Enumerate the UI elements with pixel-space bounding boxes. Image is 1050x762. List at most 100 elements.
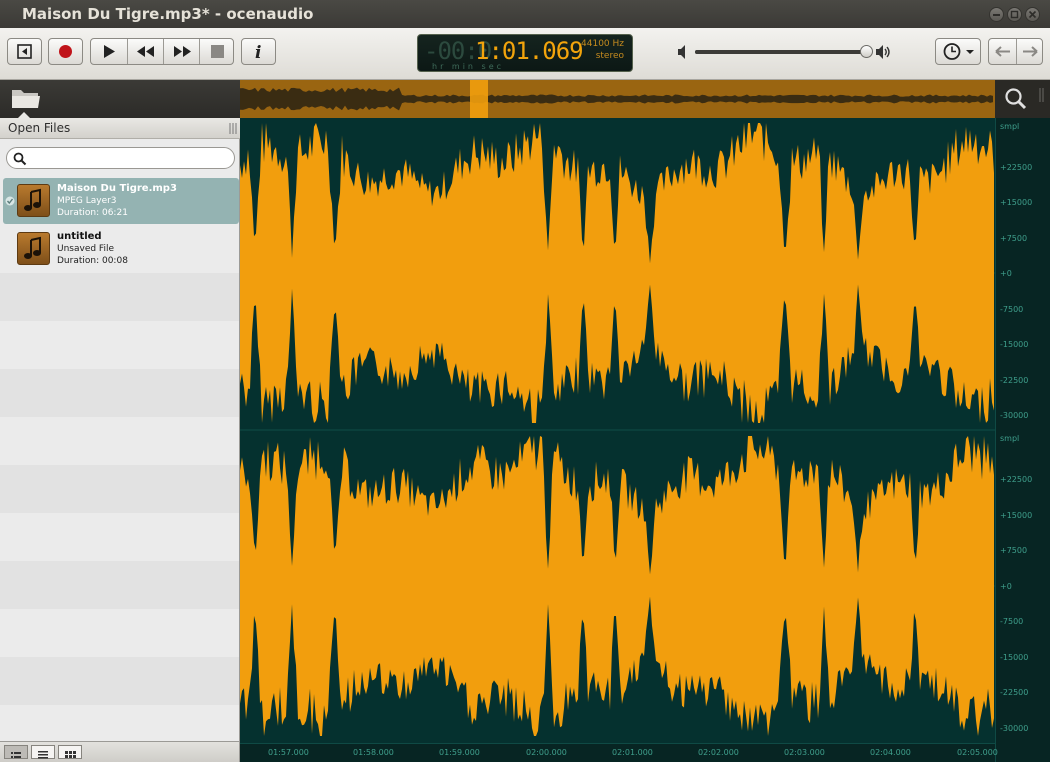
list-stripe [0, 657, 239, 705]
stop-button[interactable] [199, 39, 234, 64]
ruler-tick: -22500 [1000, 688, 1029, 697]
ruler-tick: +15000 [1000, 198, 1033, 207]
file-item-untitled[interactable]: untitled Unsaved File Duration: 00:08 [3, 226, 239, 272]
view-grid-button[interactable] [58, 745, 82, 759]
ruler-tick: +22500 [1000, 163, 1033, 172]
list-icon [38, 751, 48, 759]
file-search-field[interactable] [6, 147, 235, 169]
view-list-button[interactable] [31, 745, 55, 759]
minimize-button[interactable] [989, 7, 1004, 22]
redo-forward-button[interactable] [1016, 39, 1043, 64]
ruler-tick: +0 [1000, 269, 1012, 278]
volume-slider-handle[interactable] [859, 45, 873, 58]
window-title: Maison Du Tigre.mp3* - ocenaudio [22, 5, 314, 23]
resize-grip-icon[interactable] [1039, 88, 1046, 102]
waveform-left-channel [240, 123, 994, 423]
volume-slider-fill [695, 50, 866, 54]
overview-viewport-marker [470, 80, 488, 118]
ruler-tick: -15000 [1000, 653, 1029, 662]
overview-waveform [240, 80, 995, 118]
channel-separator [240, 429, 995, 431]
view-list-detail-button[interactable] [4, 745, 28, 759]
sample-rate-label: 44100 Hz [581, 39, 624, 49]
open-files-header: Open Files [0, 118, 240, 139]
waveform-right-channel [240, 436, 994, 736]
time-display-value: 1:01.069 [475, 37, 584, 65]
volume-slider[interactable] [695, 50, 869, 54]
magnifier-icon[interactable] [1004, 87, 1028, 111]
file-search-input[interactable] [31, 150, 226, 166]
ruler-tick: +7500 [1000, 546, 1028, 555]
transport-group [90, 38, 234, 65]
history-nav-group [988, 38, 1043, 65]
sidebar-footer [0, 741, 240, 762]
waveform-view[interactable] [240, 118, 995, 743]
time-units-label: hr min sec [432, 62, 505, 71]
time-ruler: 01:57.000 01:58.000 01:59.000 02:00.000 … [240, 743, 998, 762]
ruler-tick: -30000 [1000, 411, 1029, 420]
record-icon [59, 45, 72, 58]
ruler-tick: +0 [1000, 582, 1012, 591]
info-button[interactable]: i [241, 38, 276, 65]
clock-icon [943, 43, 974, 60]
audio-file-icon [17, 184, 50, 217]
detail-list-icon [11, 752, 21, 758]
waveform-canvas [240, 123, 995, 736]
rewind-icon [137, 46, 154, 57]
ruler-unit-top: smpl [1000, 122, 1020, 131]
ruler-tick: -7500 [1000, 305, 1024, 314]
resize-grip-icon[interactable] [229, 123, 237, 134]
minimize-icon [993, 14, 1000, 16]
list-stripe [0, 465, 239, 513]
ruler-tick: -7500 [1000, 617, 1024, 626]
checkmark-icon [5, 196, 15, 206]
pointer-caret-icon [18, 112, 30, 118]
speaker-low-icon [678, 45, 685, 59]
sidebar-header [0, 80, 240, 118]
timeline-tick: 01:59.000 [439, 748, 480, 757]
timeline-tick: 01:57.000 [268, 748, 309, 757]
file-type: MPEG Layer3 [57, 196, 117, 206]
play-icon [104, 45, 115, 58]
fast-forward-icon [174, 46, 191, 57]
file-name: untitled [57, 231, 102, 242]
zoom-panel [995, 80, 1050, 118]
title-bar: Maison Du Tigre.mp3* - ocenaudio [0, 0, 1050, 28]
time-display: -00:0 1:01.069 44100 Hz stereo hr min se… [417, 34, 633, 72]
waveform-overview[interactable] [240, 80, 995, 118]
timeline-tick: 01:58.000 [353, 748, 394, 757]
search-icon [13, 152, 27, 166]
ruler-tick: -15000 [1000, 340, 1029, 349]
file-type: Unsaved File [57, 244, 114, 254]
grid-icon [65, 751, 76, 758]
file-item-maison-du-tigre[interactable]: Maison Du Tigre.mp3 MPEG Layer3 Duration… [3, 178, 239, 224]
rewind-button[interactable] [127, 39, 163, 64]
timeline-tick: 02:01.000 [612, 748, 653, 757]
maximize-button[interactable] [1007, 7, 1022, 22]
info-icon: i [255, 43, 261, 63]
list-stripe [0, 273, 239, 321]
undo-back-button[interactable] [989, 39, 1016, 64]
close-button[interactable] [1025, 7, 1040, 22]
ruler-tick: +15000 [1000, 511, 1033, 520]
close-icon [1028, 10, 1037, 19]
ruler-tick: -30000 [1000, 724, 1029, 733]
rewind-start-button[interactable] [7, 38, 42, 65]
folder-icon[interactable] [10, 86, 42, 112]
music-note-icon [24, 188, 41, 211]
ruler-tick: -22500 [1000, 376, 1029, 385]
amplitude-ruler: smpl +22500 +15000 +7500 +0 -7500 -15000… [995, 118, 1050, 762]
record-button[interactable] [48, 38, 83, 65]
fast-forward-button[interactable] [163, 39, 199, 64]
history-menu-button[interactable] [935, 38, 981, 65]
forward-arrow-icon [1023, 46, 1038, 57]
rewind-start-icon [17, 44, 32, 59]
timeline-tick: 02:03.000 [784, 748, 825, 757]
svg-text:i: i [255, 43, 261, 63]
list-stripe [0, 561, 239, 609]
play-button[interactable] [91, 39, 127, 64]
timeline-tick: 02:04.000 [870, 748, 911, 757]
timeline-tick: 02:05.000 [957, 748, 998, 757]
music-note-icon [24, 236, 41, 259]
app-window: Maison Du Tigre.mp3* - ocenaudio i -00:0… [0, 0, 1050, 762]
